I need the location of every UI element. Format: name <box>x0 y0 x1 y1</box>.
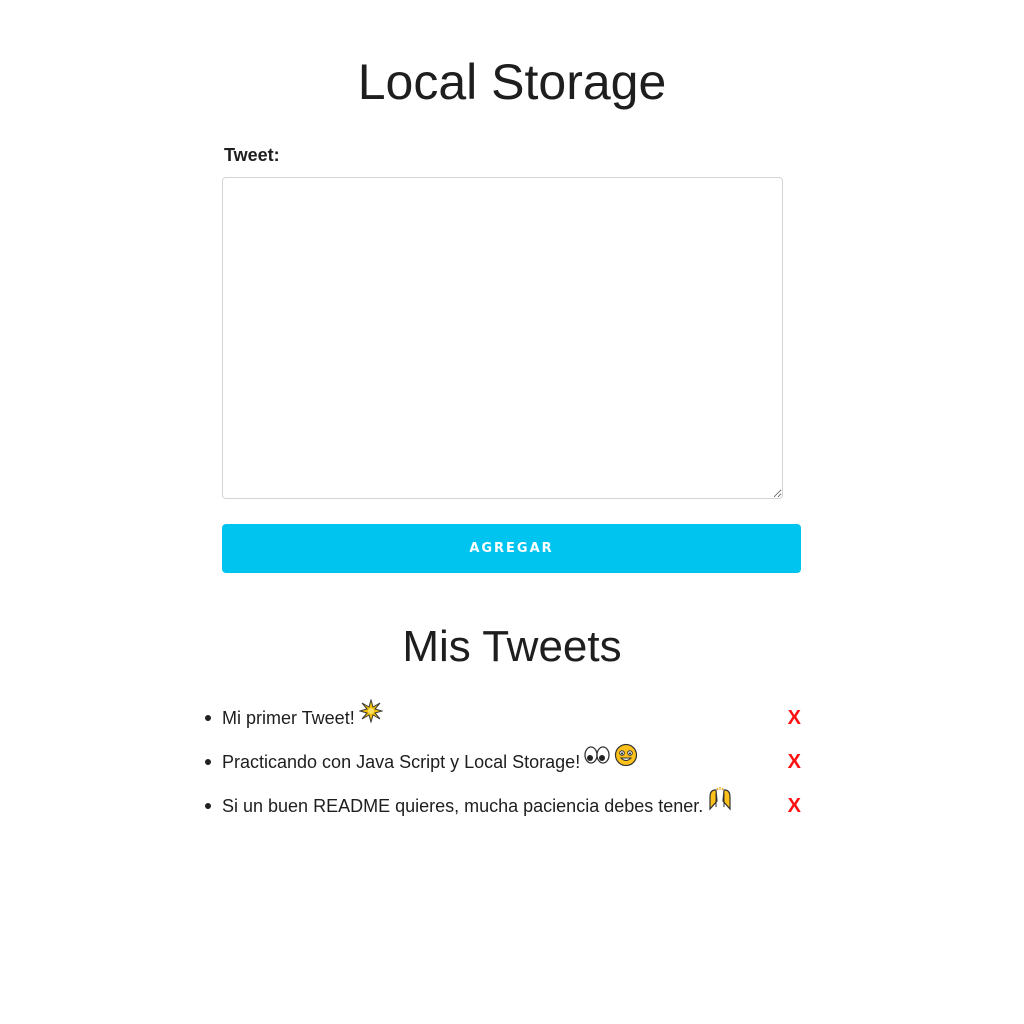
tweet-textarea[interactable] <box>222 177 783 499</box>
tweet-list: Mi primer Tweet! X Practicando con Java … <box>200 696 805 828</box>
tweet-text: Mi primer Tweet! <box>222 708 355 728</box>
list-item: Practicando con Java Script y Local Stor… <box>200 740 805 784</box>
grinning-face-icon <box>614 739 638 783</box>
delete-tweet-button[interactable]: X <box>788 696 801 740</box>
page: Local Storage Tweet: AGREGAR Mis Tweets … <box>0 0 1024 1024</box>
tweet-text-wrapper: Practicando con Java Script y Local Stor… <box>222 740 638 785</box>
add-tweet-button[interactable]: AGREGAR <box>222 524 801 573</box>
tweet-text-wrapper: Mi primer Tweet! <box>222 695 384 741</box>
tweet-label: Tweet: <box>224 145 280 165</box>
page-title: Local Storage <box>357 54 667 110</box>
raising-hands-icon <box>707 783 733 827</box>
delete-tweet-button[interactable]: X <box>788 784 801 828</box>
bullet-icon <box>205 759 211 765</box>
list-item: Si un buen README quieres, mucha pacienc… <box>200 784 805 828</box>
tweet-text: Si un buen README quieres, mucha pacienc… <box>222 796 704 816</box>
my-tweets-title: Mis Tweets <box>402 622 622 671</box>
bullet-icon <box>205 715 211 721</box>
delete-tweet-button[interactable]: X <box>788 740 801 784</box>
bullet-icon <box>205 803 211 809</box>
tweet-text: Practicando con Java Script y Local Stor… <box>222 752 581 772</box>
eyes-icon <box>584 739 610 783</box>
tweet-text-wrapper: Si un buen README quieres, mucha pacienc… <box>222 784 733 829</box>
list-item: Mi primer Tweet! X <box>200 696 805 740</box>
sparkle-burst-icon <box>357 695 384 739</box>
